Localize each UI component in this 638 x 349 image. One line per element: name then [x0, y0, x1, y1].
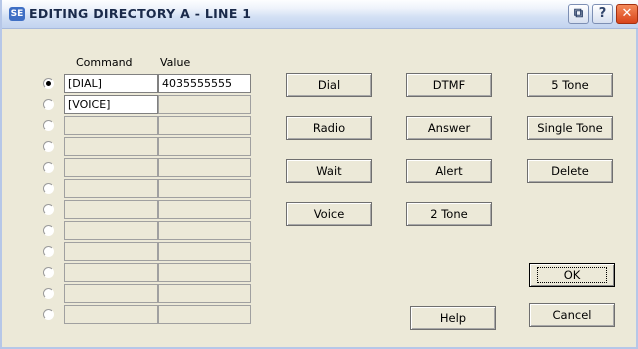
dtmf-button[interactable]: DTMF: [406, 73, 492, 97]
row-select-radio[interactable]: [43, 162, 54, 173]
row-select-radio[interactable]: [43, 78, 54, 89]
row-select-radio[interactable]: [43, 183, 54, 194]
value-column-header: Value: [160, 56, 191, 69]
value-cell[interactable]: [158, 305, 251, 324]
row-select-radio[interactable]: [43, 309, 54, 320]
row-select-radio[interactable]: [43, 204, 54, 215]
row-select-radio[interactable]: [43, 267, 54, 278]
command-cell[interactable]: [64, 200, 158, 219]
ok-button-label: OK: [536, 267, 608, 283]
cancel-button[interactable]: Cancel: [529, 303, 615, 327]
row-select-radio[interactable]: [43, 141, 54, 152]
command-cell[interactable]: [64, 116, 158, 135]
command-cell[interactable]: [VOICE]: [64, 95, 158, 114]
alert-button[interactable]: Alert: [406, 159, 492, 183]
command-cell[interactable]: [DIAL]: [64, 74, 158, 93]
value-cell[interactable]: [158, 242, 251, 261]
command-cell[interactable]: [64, 284, 158, 303]
value-cell[interactable]: [158, 179, 251, 198]
command-cell[interactable]: [64, 221, 158, 240]
value-cell[interactable]: [158, 221, 251, 240]
row-select-radio[interactable]: [43, 246, 54, 257]
row-select-radio[interactable]: [43, 99, 54, 110]
title-bar[interactable]: SE EDITING DIRECTORY A - LINE 1 ⧉ ? ✕: [2, 0, 638, 29]
voice-button[interactable]: Voice: [286, 202, 372, 226]
command-cell[interactable]: [64, 137, 158, 156]
close-icon[interactable]: ✕: [616, 4, 638, 24]
command-cell[interactable]: [64, 263, 158, 282]
row-select-radio[interactable]: [43, 225, 54, 236]
command-cell[interactable]: [64, 305, 158, 324]
wait-button[interactable]: Wait: [286, 159, 372, 183]
row-select-radio[interactable]: [43, 288, 54, 299]
window-title: EDITING DIRECTORY A - LINE 1: [29, 6, 252, 21]
five-tone-button[interactable]: 5 Tone: [527, 73, 613, 97]
help-icon[interactable]: ?: [592, 4, 613, 24]
answer-button[interactable]: Answer: [406, 116, 492, 140]
command-cell[interactable]: [64, 179, 158, 198]
value-cell[interactable]: [158, 116, 251, 135]
value-cell[interactable]: [158, 158, 251, 177]
app-icon: SE: [9, 7, 25, 21]
dial-button[interactable]: Dial: [286, 73, 372, 97]
value-cell[interactable]: [158, 200, 251, 219]
help-button[interactable]: Help: [410, 306, 496, 330]
value-cell[interactable]: [158, 95, 251, 114]
ok-button[interactable]: OK: [529, 263, 615, 287]
command-cell[interactable]: [64, 158, 158, 177]
single-tone-button[interactable]: Single Tone: [527, 116, 613, 140]
radio-button[interactable]: Radio: [286, 116, 372, 140]
restore-icon[interactable]: ⧉: [568, 4, 589, 24]
two-tone-button[interactable]: 2 Tone: [406, 202, 492, 226]
value-cell[interactable]: [158, 284, 251, 303]
value-cell[interactable]: [158, 137, 251, 156]
editing-directory-dialog: SE EDITING DIRECTORY A - LINE 1 ⧉ ? ✕ Co…: [0, 0, 638, 349]
delete-button[interactable]: Delete: [527, 159, 613, 183]
row-select-radio[interactable]: [43, 120, 54, 131]
value-cell[interactable]: 4035555555: [158, 74, 251, 93]
command-column-header: Command: [76, 56, 133, 69]
value-cell[interactable]: [158, 263, 251, 282]
command-cell[interactable]: [64, 242, 158, 261]
